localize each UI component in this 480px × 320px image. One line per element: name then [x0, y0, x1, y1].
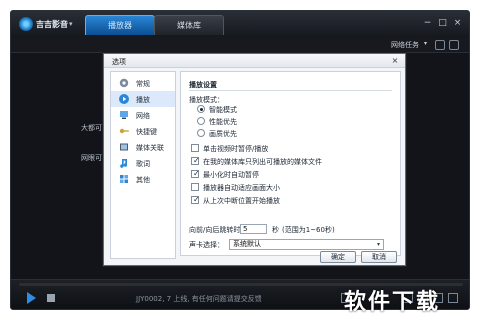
- watermark-text: 软件下载: [344, 290, 441, 315]
- nav-item-shortcuts[interactable]: 快捷键: [111, 123, 175, 139]
- dialog-close-button[interactable]: ×: [390, 56, 400, 66]
- checkbox-label: 最小化时自动暂停: [203, 171, 259, 179]
- dialog-title-bar[interactable]: 选项 ×: [104, 54, 405, 68]
- nav-item-lyrics[interactable]: 歌词: [111, 155, 175, 171]
- checkbox-list-playable[interactable]: [191, 156, 200, 165]
- cancel-button[interactable]: 取消: [361, 251, 397, 263]
- lyrics-icon: [118, 157, 130, 169]
- key-icon: [118, 125, 130, 137]
- tab-player[interactable]: 播放器: [85, 15, 155, 35]
- checkbox-auto-fit[interactable]: [191, 183, 199, 191]
- app-logo-icon: [19, 17, 33, 31]
- media-icon: [118, 141, 130, 153]
- radio-label: 智能模式: [209, 106, 237, 114]
- radio-performance[interactable]: [197, 117, 205, 125]
- nav-label: 快捷键: [136, 128, 157, 136]
- audio-device-select[interactable]: 系统默认 ▾: [229, 239, 384, 250]
- divider: [189, 90, 392, 91]
- watermark: 软件下载: [344, 282, 470, 315]
- nav-item-network[interactable]: 网络: [111, 107, 175, 123]
- tab-library[interactable]: 媒体库: [154, 15, 224, 35]
- settings-icon[interactable]: [449, 40, 459, 50]
- play-button[interactable]: [27, 292, 36, 304]
- stop-button[interactable]: [47, 294, 55, 302]
- mode-label: 播放模式：: [189, 96, 224, 104]
- checkbox-label: 从上次中断位置开始播放: [203, 197, 280, 205]
- nav-item-general[interactable]: 常规: [111, 75, 175, 91]
- network-tasks-arrow-icon[interactable]: ▾: [424, 40, 427, 47]
- network-tasks-button[interactable]: 网络任务: [391, 40, 419, 50]
- minimize-button[interactable]: −: [422, 18, 433, 29]
- app-title: 吉吉影音: [36, 20, 68, 29]
- radio-label: 画质优先: [209, 130, 237, 138]
- skip-seconds-input[interactable]: 5: [240, 224, 267, 234]
- checkbox-click-pause[interactable]: [191, 144, 199, 152]
- network-icon: [118, 109, 130, 121]
- audio-device-value: 系统默认: [233, 240, 261, 248]
- close-button[interactable]: ×: [452, 18, 463, 29]
- window-controls: − □ ×: [422, 18, 463, 29]
- checkbox-label: 在我的媒体库只列出可播放的媒体文件: [203, 158, 322, 166]
- nav-item-media-assoc[interactable]: 媒体关联: [111, 139, 175, 155]
- nav-label: 歌词: [136, 160, 150, 168]
- audio-label: 声卡选择：: [189, 241, 224, 249]
- nav-item-other[interactable]: 其他: [111, 171, 175, 187]
- ok-button[interactable]: 确定: [320, 251, 356, 263]
- dialog-title: 选项: [112, 58, 126, 66]
- options-nav: 常规 播放 网络 快捷键 媒体关联 歌词 其他: [110, 71, 176, 259]
- gear-icon: [118, 77, 130, 89]
- sub-toolbar: 网络任务 ▾: [11, 37, 469, 53]
- radio-quality[interactable]: [197, 129, 205, 137]
- radio-label: 性能优先: [209, 118, 237, 126]
- play-icon: [118, 93, 130, 105]
- maximize-button[interactable]: □: [437, 18, 448, 29]
- options-dialog: 选项 × 常规 播放 网络 快捷键 媒体关联 歌词 其他 播放设置 播放模式： …: [103, 53, 406, 266]
- pane-title: 播放设置: [189, 81, 217, 89]
- nav-label: 媒体关联: [136, 144, 164, 152]
- radio-smart-mode[interactable]: [197, 105, 205, 113]
- nav-label: 其他: [136, 176, 150, 184]
- status-text: JJY0002, 7 上线, 有任何问题请提交反馈: [136, 295, 262, 303]
- nav-label: 网络: [136, 112, 150, 120]
- nav-label: 常规: [136, 80, 150, 88]
- other-icon: [118, 173, 130, 185]
- skip-range: (范围为1~60秒): [282, 226, 335, 234]
- nav-label: 播放: [136, 96, 150, 104]
- checkbox-resume[interactable]: [191, 195, 200, 204]
- checkbox-label: 播放器自动适应画面大小: [203, 184, 280, 192]
- settings-pane: 播放设置 播放模式： 智能模式 性能优先 画质优先 单击视频时暂停/播放 在我的…: [180, 71, 401, 256]
- checkbox-label: 单击视频时暂停/播放: [203, 145, 269, 153]
- skip-unit: 秒: [272, 226, 279, 234]
- checkbox-minimize-pause[interactable]: [191, 169, 200, 178]
- title-bar[interactable]: 吉吉影音 ▾ 播放器 媒体库 − □ ×: [11, 11, 469, 37]
- app-menu-arrow-icon[interactable]: ▾: [69, 20, 73, 28]
- view-icon[interactable]: [435, 40, 445, 50]
- nav-item-playback[interactable]: 播放: [111, 91, 175, 107]
- chevron-down-icon: ▾: [376, 241, 380, 248]
